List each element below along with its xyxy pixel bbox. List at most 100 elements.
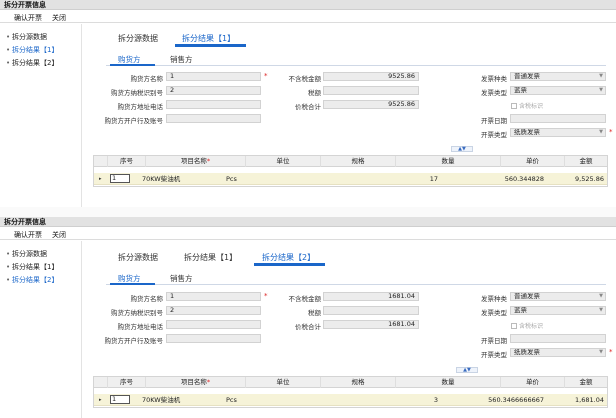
row-qty[interactable]: 17	[396, 173, 438, 185]
buyer-bank-field[interactable]	[166, 334, 261, 343]
col-price[interactable]: 单价	[501, 156, 565, 167]
row-qty[interactable]: 3	[396, 394, 438, 406]
col-seq[interactable]: 序号	[108, 377, 146, 388]
row-spec[interactable]	[321, 173, 396, 185]
tab-source[interactable]: 拆分源数据	[118, 33, 158, 44]
col-qty[interactable]: 数量	[396, 377, 501, 388]
sidebar-item-result-2[interactable]: • 拆分结果【2】	[6, 275, 58, 285]
row-amount[interactable]: 9,525.86	[534, 173, 604, 185]
checkbox-icon	[511, 103, 517, 109]
active-subtab-indicator	[110, 64, 155, 66]
buyer-taxid-field[interactable]: 2	[166, 306, 261, 315]
col-unit[interactable]: 单位	[246, 156, 321, 167]
amount-excl-tax-field[interactable]: 1681.04	[323, 292, 419, 301]
close-button[interactable]: 关闭	[52, 230, 66, 240]
required-mark: *	[264, 292, 268, 300]
issue-type-select[interactable]: 纸质发票 ▼	[510, 128, 606, 137]
split-invoice-window-1: 拆分开票信息 确认开票 关闭 • 拆分源数据 • 拆分结果【1】 • 拆分结果【2】 …	[0, 0, 616, 207]
chevron-down-icon: ▼	[599, 307, 603, 313]
col-amount[interactable]: 金额	[565, 156, 607, 167]
invoice-kind-select[interactable]: 普通发票 ▼	[510, 292, 606, 301]
tax-included-checkbox[interactable]: 含税标识	[511, 101, 543, 110]
col-spec[interactable]: 规格	[321, 377, 396, 388]
issue-date-field[interactable]	[510, 114, 606, 123]
buyer-addr-label: 购货方地址电话	[117, 323, 164, 331]
col-qty[interactable]: 数量	[396, 156, 501, 167]
buyer-taxid-field[interactable]: 2	[166, 86, 261, 95]
issue-date-label: 开票日期	[481, 337, 507, 345]
buyer-taxid-label: 购货方纳税识别号	[111, 89, 163, 97]
expand-icon[interactable]: ▸	[99, 176, 102, 182]
buyer-bank-label: 购货方开户行及账号	[104, 337, 164, 345]
invoice-kind-label: 发票种类	[481, 75, 507, 83]
active-tab-indicator	[254, 263, 325, 266]
collapse-toggle[interactable]: ▲▼	[451, 146, 473, 152]
subtab-seller[interactable]: 销售方	[170, 273, 193, 284]
chevron-down-icon: ▼	[599, 87, 603, 93]
items-grid: 序号 项目名称* 单位 规格 数量 单价 金额 ▸ 1 70KW柴油机 Pcs …	[93, 376, 608, 408]
buyer-name-field[interactable]: 1	[166, 72, 261, 81]
total-incl-tax-field[interactable]: 1681.04	[323, 320, 419, 329]
confirm-invoice-button[interactable]: 确认开票	[14, 230, 42, 240]
issue-type-label: 开票类型	[481, 351, 507, 359]
chevron-down-icon: ▼	[599, 349, 603, 355]
col-spec[interactable]: 规格	[321, 156, 396, 167]
sidebar-item-source[interactable]: • 拆分源数据	[6, 249, 47, 259]
window-title: 拆分开票信息	[0, 0, 616, 10]
issue-type-select[interactable]: 纸质发票 ▼	[510, 348, 606, 357]
menu-bar: 确认开票 关闭	[0, 11, 616, 23]
tab-result-1[interactable]: 拆分结果【1】	[182, 33, 235, 44]
row-spec[interactable]	[321, 394, 396, 406]
panel-separator	[0, 207, 616, 217]
tax-field[interactable]	[323, 86, 419, 95]
chevron-down-icon: ▼	[599, 129, 603, 135]
invoice-type-select[interactable]: 蓝票 ▼	[510, 306, 606, 315]
expand-icon[interactable]: ▸	[99, 397, 102, 403]
chevron-down-icon: ▼	[599, 293, 603, 299]
sidebar-item-result-1[interactable]: • 拆分结果【1】	[6, 45, 58, 55]
row-seq[interactable]: 1	[110, 174, 130, 183]
table-row[interactable]: ▸ 1 70KW柴油机 Pcs 3 560.3466666667 1,681.0…	[94, 394, 607, 406]
row-unit[interactable]: Pcs	[226, 173, 286, 185]
invoice-kind-select[interactable]: 普通发票 ▼	[510, 72, 606, 81]
row-amount[interactable]: 1,681.04	[534, 394, 604, 406]
table-row[interactable]: ▸ 1 70KW柴油机 Pcs 17 560.344828 9,525.86	[94, 173, 607, 185]
tax-field[interactable]	[323, 306, 419, 315]
total-incl-tax-field[interactable]: 9525.86	[323, 100, 419, 109]
menu-bar: 确认开票 关闭	[0, 228, 616, 240]
sidebar-item-result-2[interactable]: • 拆分结果【2】	[6, 58, 58, 68]
col-seq[interactable]: 序号	[108, 156, 146, 167]
required-mark: *	[609, 348, 613, 356]
sidebar: • 拆分源数据 • 拆分结果【1】 • 拆分结果【2】	[0, 24, 82, 207]
confirm-invoice-button[interactable]: 确认开票	[14, 13, 42, 23]
col-price[interactable]: 单价	[501, 377, 565, 388]
issue-date-field[interactable]	[510, 334, 606, 343]
close-button[interactable]: 关闭	[52, 13, 66, 23]
sidebar-item-source[interactable]: • 拆分源数据	[6, 32, 47, 42]
subtab-divider	[106, 65, 606, 66]
total-incl-tax-label: 价税合计	[295, 323, 321, 331]
amount-excl-tax-field[interactable]: 9525.86	[323, 72, 419, 81]
buyer-bank-field[interactable]	[166, 114, 261, 123]
row-seq[interactable]: 1	[110, 395, 130, 404]
active-subtab-indicator	[110, 283, 155, 285]
collapse-toggle[interactable]: ▲▼	[456, 367, 478, 373]
col-item-name[interactable]: 项目名称*	[146, 156, 246, 167]
issue-type-label: 开票类型	[481, 131, 507, 139]
tax-included-checkbox[interactable]: 含税标识	[511, 321, 543, 330]
invoice-type-select[interactable]: 蓝票 ▼	[510, 86, 606, 95]
tab-source[interactable]: 拆分源数据	[118, 252, 158, 263]
col-amount[interactable]: 金额	[565, 377, 607, 388]
tab-result-1[interactable]: 拆分结果【1】	[184, 252, 237, 263]
subtab-seller[interactable]: 销售方	[170, 54, 193, 65]
col-unit[interactable]: 单位	[246, 377, 321, 388]
col-item-name[interactable]: 项目名称*	[146, 377, 246, 388]
invoice-kind-label: 发票种类	[481, 295, 507, 303]
tab-result-2[interactable]: 拆分结果【2】	[262, 252, 315, 263]
sidebar-item-result-1[interactable]: • 拆分结果【1】	[6, 262, 58, 272]
buyer-name-field[interactable]: 1	[166, 292, 261, 301]
buyer-addr-field[interactable]	[166, 320, 261, 329]
buyer-addr-field[interactable]	[166, 100, 261, 109]
row-unit[interactable]: Pcs	[226, 394, 286, 406]
split-invoice-window-2: 拆分开票信息 确认开票 关闭 • 拆分源数据 • 拆分结果【1】 • 拆分结果【2】 …	[0, 217, 616, 418]
